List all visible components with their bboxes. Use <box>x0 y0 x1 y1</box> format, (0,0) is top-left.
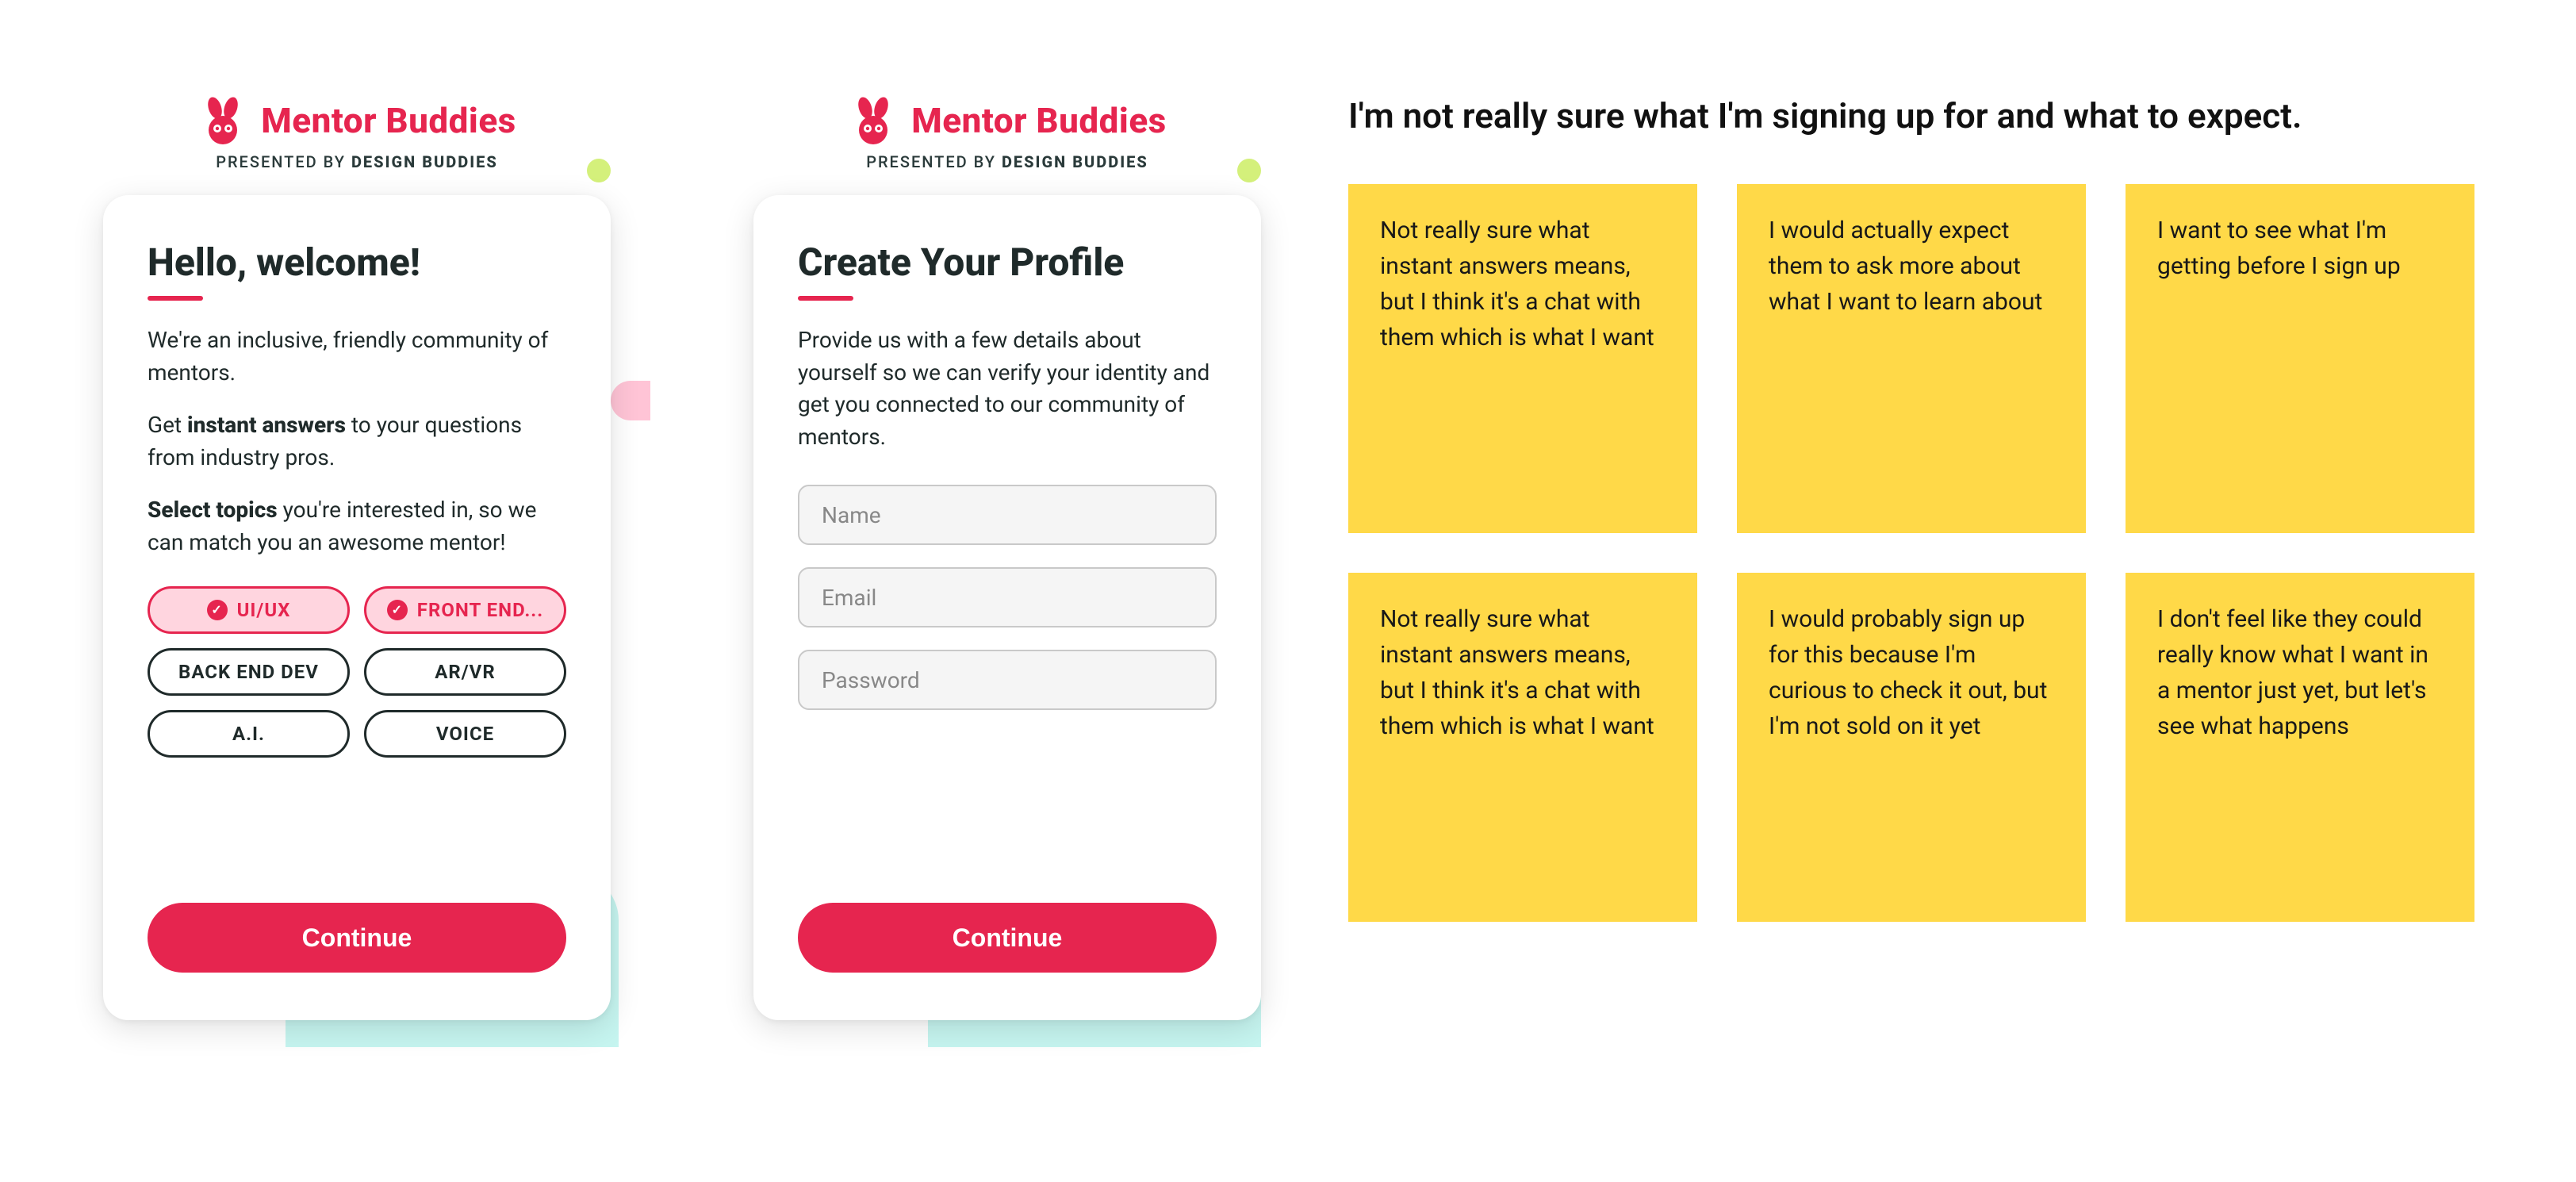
brand-subtitle-prefix: PRESENTED BY <box>866 152 1002 171</box>
sticky-note: I don't feel like they could really know… <box>2126 573 2474 922</box>
welcome-p2-bold: instant answers <box>187 412 346 438</box>
feedback-panel: I'm not really sure what I'm signing up … <box>1348 95 2506 922</box>
bunny-icon <box>848 95 899 146</box>
check-icon: ✓ <box>387 600 408 620</box>
topic-label: UI/UX <box>237 599 291 621</box>
sticky-note: Not really sure what instant answers mea… <box>1348 184 1697 533</box>
welcome-p2-pre: Get <box>148 412 187 438</box>
continue-button[interactable]: Continue <box>148 903 566 973</box>
welcome-para-2: Get instant answers to your questions fr… <box>148 409 566 474</box>
brand-logo: Mentor Buddies <box>197 95 516 146</box>
name-placeholder: Name <box>822 502 881 528</box>
sticky-note: Not really sure what instant answers mea… <box>1348 573 1697 922</box>
topic-label: AR/VR <box>435 661 495 683</box>
profile-title: Create Your Profile <box>798 240 1217 285</box>
brand-subtitle-bold: DESIGN BUDDIES <box>1002 152 1148 171</box>
welcome-para-3: Select topics you're interested in, so w… <box>148 494 566 558</box>
name-field[interactable]: Name <box>798 485 1217 545</box>
sticky-note: I would actually expect them to ask more… <box>1737 184 2086 533</box>
topic-pill-arvr[interactable]: AR/VR <box>364 648 566 696</box>
welcome-para-1: We're an inclusive, friendly community o… <box>148 324 566 389</box>
welcome-title: Hello, welcome! <box>148 240 566 285</box>
topic-label: A.I. <box>232 723 265 745</box>
check-icon: ✓ <box>207 600 228 620</box>
profile-screen: Mentor Buddies PRESENTED BY DESIGN BUDDI… <box>738 95 1277 1020</box>
title-underline <box>148 296 203 301</box>
profile-desc: Provide us with a few details about your… <box>798 324 1217 453</box>
email-field[interactable]: Email <box>798 567 1217 627</box>
bunny-icon <box>197 95 248 146</box>
topic-label: BACK END DEV <box>178 661 319 683</box>
topic-pill-ai[interactable]: A.I. <box>148 710 350 758</box>
sticky-note-grid: Not really sure what instant answers mea… <box>1348 184 2506 922</box>
topic-pill-uiux[interactable]: ✓ UI/UX <box>148 586 350 634</box>
brand-name: Mentor Buddies <box>261 100 516 141</box>
profile-card: Create Your Profile Provide us with a fe… <box>753 195 1261 1020</box>
topic-pill-grid: ✓ UI/UX ✓ FRONT END... BACK END DEV AR/V… <box>148 586 566 758</box>
password-field[interactable]: Password <box>798 650 1217 710</box>
topic-label: FRONT END... <box>417 599 543 621</box>
brand-subtitle-bold: DESIGN BUDDIES <box>351 152 498 171</box>
topic-pill-voice[interactable]: VOICE <box>364 710 566 758</box>
brand-logo: Mentor Buddies <box>848 95 1167 146</box>
welcome-p3-bold: Select topics <box>148 497 278 523</box>
topic-pill-backend[interactable]: BACK END DEV <box>148 648 350 696</box>
sticky-note: I want to see what I'm getting before I … <box>2126 184 2474 533</box>
password-placeholder: Password <box>822 667 920 693</box>
brand-subtitle-prefix: PRESENTED BY <box>216 152 351 171</box>
email-placeholder: Email <box>822 585 876 611</box>
topic-pill-frontend[interactable]: ✓ FRONT END... <box>364 586 566 634</box>
brand-name: Mentor Buddies <box>911 100 1167 141</box>
continue-button[interactable]: Continue <box>798 903 1217 973</box>
welcome-screen: Mentor Buddies PRESENTED BY DESIGN BUDDI… <box>87 95 627 1020</box>
brand-subtitle: PRESENTED BY DESIGN BUDDIES <box>216 152 498 171</box>
topic-label: VOICE <box>436 723 494 745</box>
title-underline <box>798 296 853 301</box>
sticky-note: I would probably sign up for this becaus… <box>1737 573 2086 922</box>
feedback-heading: I'm not really sure what I'm signing up … <box>1348 95 2506 136</box>
welcome-card: Hello, welcome! We're an inclusive, frie… <box>103 195 611 1020</box>
brand-subtitle: PRESENTED BY DESIGN BUDDIES <box>866 152 1148 171</box>
